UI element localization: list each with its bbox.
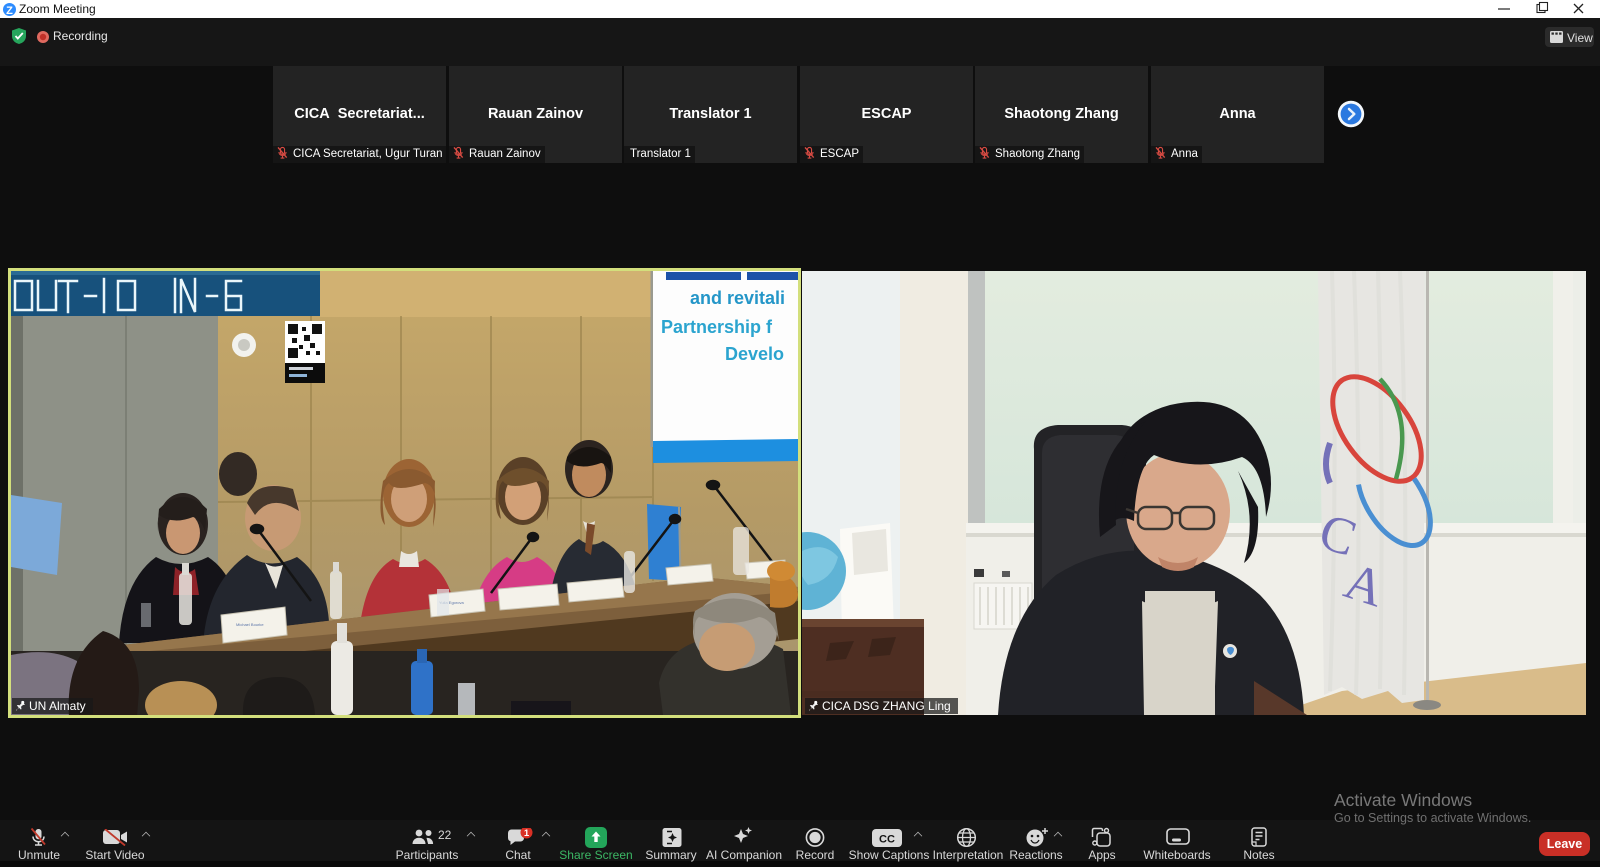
svg-text:Develo: Develo bbox=[725, 344, 784, 364]
svg-text:Partnership f: Partnership f bbox=[661, 317, 773, 337]
svg-text:Z: Z bbox=[6, 5, 13, 17]
svg-text:and revitali: and revitali bbox=[690, 288, 785, 308]
svg-text:CC: CC bbox=[879, 833, 895, 845]
svg-text:1: 1 bbox=[524, 828, 530, 839]
svg-text:Michael Bourke: Michael Bourke bbox=[236, 622, 264, 627]
